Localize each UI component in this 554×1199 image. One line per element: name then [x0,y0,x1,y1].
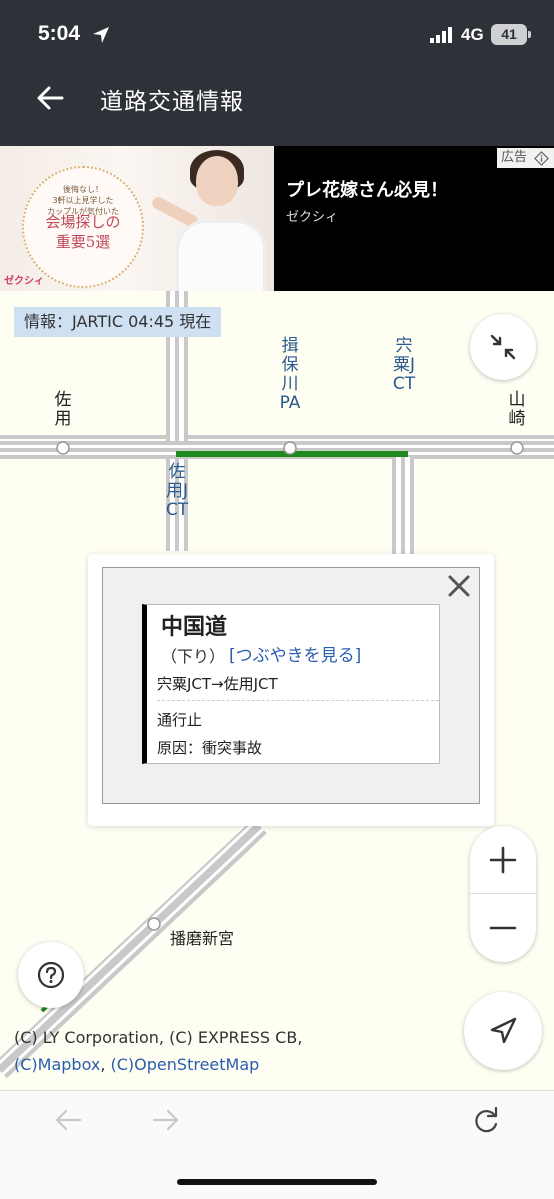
attribution-separator: , [100,1055,111,1074]
navigation-arrow-icon [490,1017,517,1044]
ad-ring-big-text: 会場探しの 重要5選 [45,213,121,251]
page-title: 道路交通情報 [100,89,244,115]
traffic-info-card: 中国道 （下り） [つぶやきを見る] 宍粟JCT→佐用JCT 通行止 原因：衝突… [142,604,440,764]
mapbox-link[interactable]: (C)Mapbox [14,1055,100,1074]
battery-level: 41 [491,24,527,45]
ad-headline[interactable]: プレ花嫁さん必見！ [286,176,448,202]
browser-forward-icon[interactable] [150,1104,182,1136]
pa-marker-ibo [283,441,297,455]
label-harima-shingu: 播磨新宮 [170,929,235,948]
ad-logo: ゼクシィ [4,276,44,287]
ic-marker-saku [56,441,70,455]
road-status: 通行止 [157,711,203,729]
info-icon[interactable] [534,151,549,166]
ic-marker-harima [147,917,161,931]
collapse-button[interactable] [470,314,536,380]
ad-model-dress [176,220,266,291]
osm-link[interactable]: (C)OpenStreetMap [111,1055,260,1074]
home-indicator [177,1179,377,1185]
closure-cause: 原因：衝突事故 [157,739,263,757]
network-type: 4G [461,25,484,44]
tweet-link[interactable]: [つぶやきを見る] [229,641,361,666]
status-time: 5:04 [38,22,81,45]
question-icon [37,961,65,989]
road-direction: （下り） [161,647,226,666]
zoom-out-button[interactable] [470,894,536,962]
reload-icon[interactable] [470,1104,502,1136]
label-ibo-pa: 揖保川PA [279,336,301,413]
road-section: 宍粟JCT→佐用JCT [157,675,278,693]
battery-tip [528,31,531,38]
card-divider [157,700,439,701]
label-yamasaki: 山崎 [508,390,526,429]
label-shiso-jct: 宍粟JCT [392,336,416,394]
signal-bars-icon [430,27,452,43]
browser-back-icon[interactable] [52,1104,84,1136]
back-arrow-icon[interactable] [34,82,66,114]
plus-icon [489,846,517,874]
road-name: 中国道 [161,615,228,640]
ad-model-face [196,156,238,206]
map-attribution: (C) LY Corporation, (C) EXPRESS CB, (C)M… [14,1024,302,1078]
zoom-control [470,826,536,962]
label-saku: 佐用 [54,390,72,429]
current-location-button[interactable] [464,992,542,1070]
ad-sponsor: ゼクシィ [286,210,339,225]
top-bar [0,0,554,146]
attribution-line2: (C)Mapbox, (C)OpenStreetMap [14,1051,302,1078]
close-icon[interactable] [446,573,472,599]
ad-banner[interactable]: 後悔なし！ 3軒以上見学した カップルが気付いた 会場探しの 重要5選 ゼクシィ [0,146,554,291]
help-button[interactable] [18,942,84,1008]
collapse-icon [490,334,516,360]
minus-icon [489,926,517,930]
ic-marker-yamasaki [510,441,524,455]
ad-image[interactable]: 後悔なし！ 3軒以上見学した カップルが気付いた 会場探しの 重要5選 ゼクシィ [0,146,274,291]
zoom-in-button[interactable] [470,826,536,894]
info-source-chip: 情報：JARTIC 04:45 現在 [14,307,222,337]
attribution-line1: (C) LY Corporation, (C) EXPRESS CB, [14,1028,303,1047]
location-arrow-icon [93,27,109,43]
label-saku-jct: 佐用JCT [165,462,189,520]
